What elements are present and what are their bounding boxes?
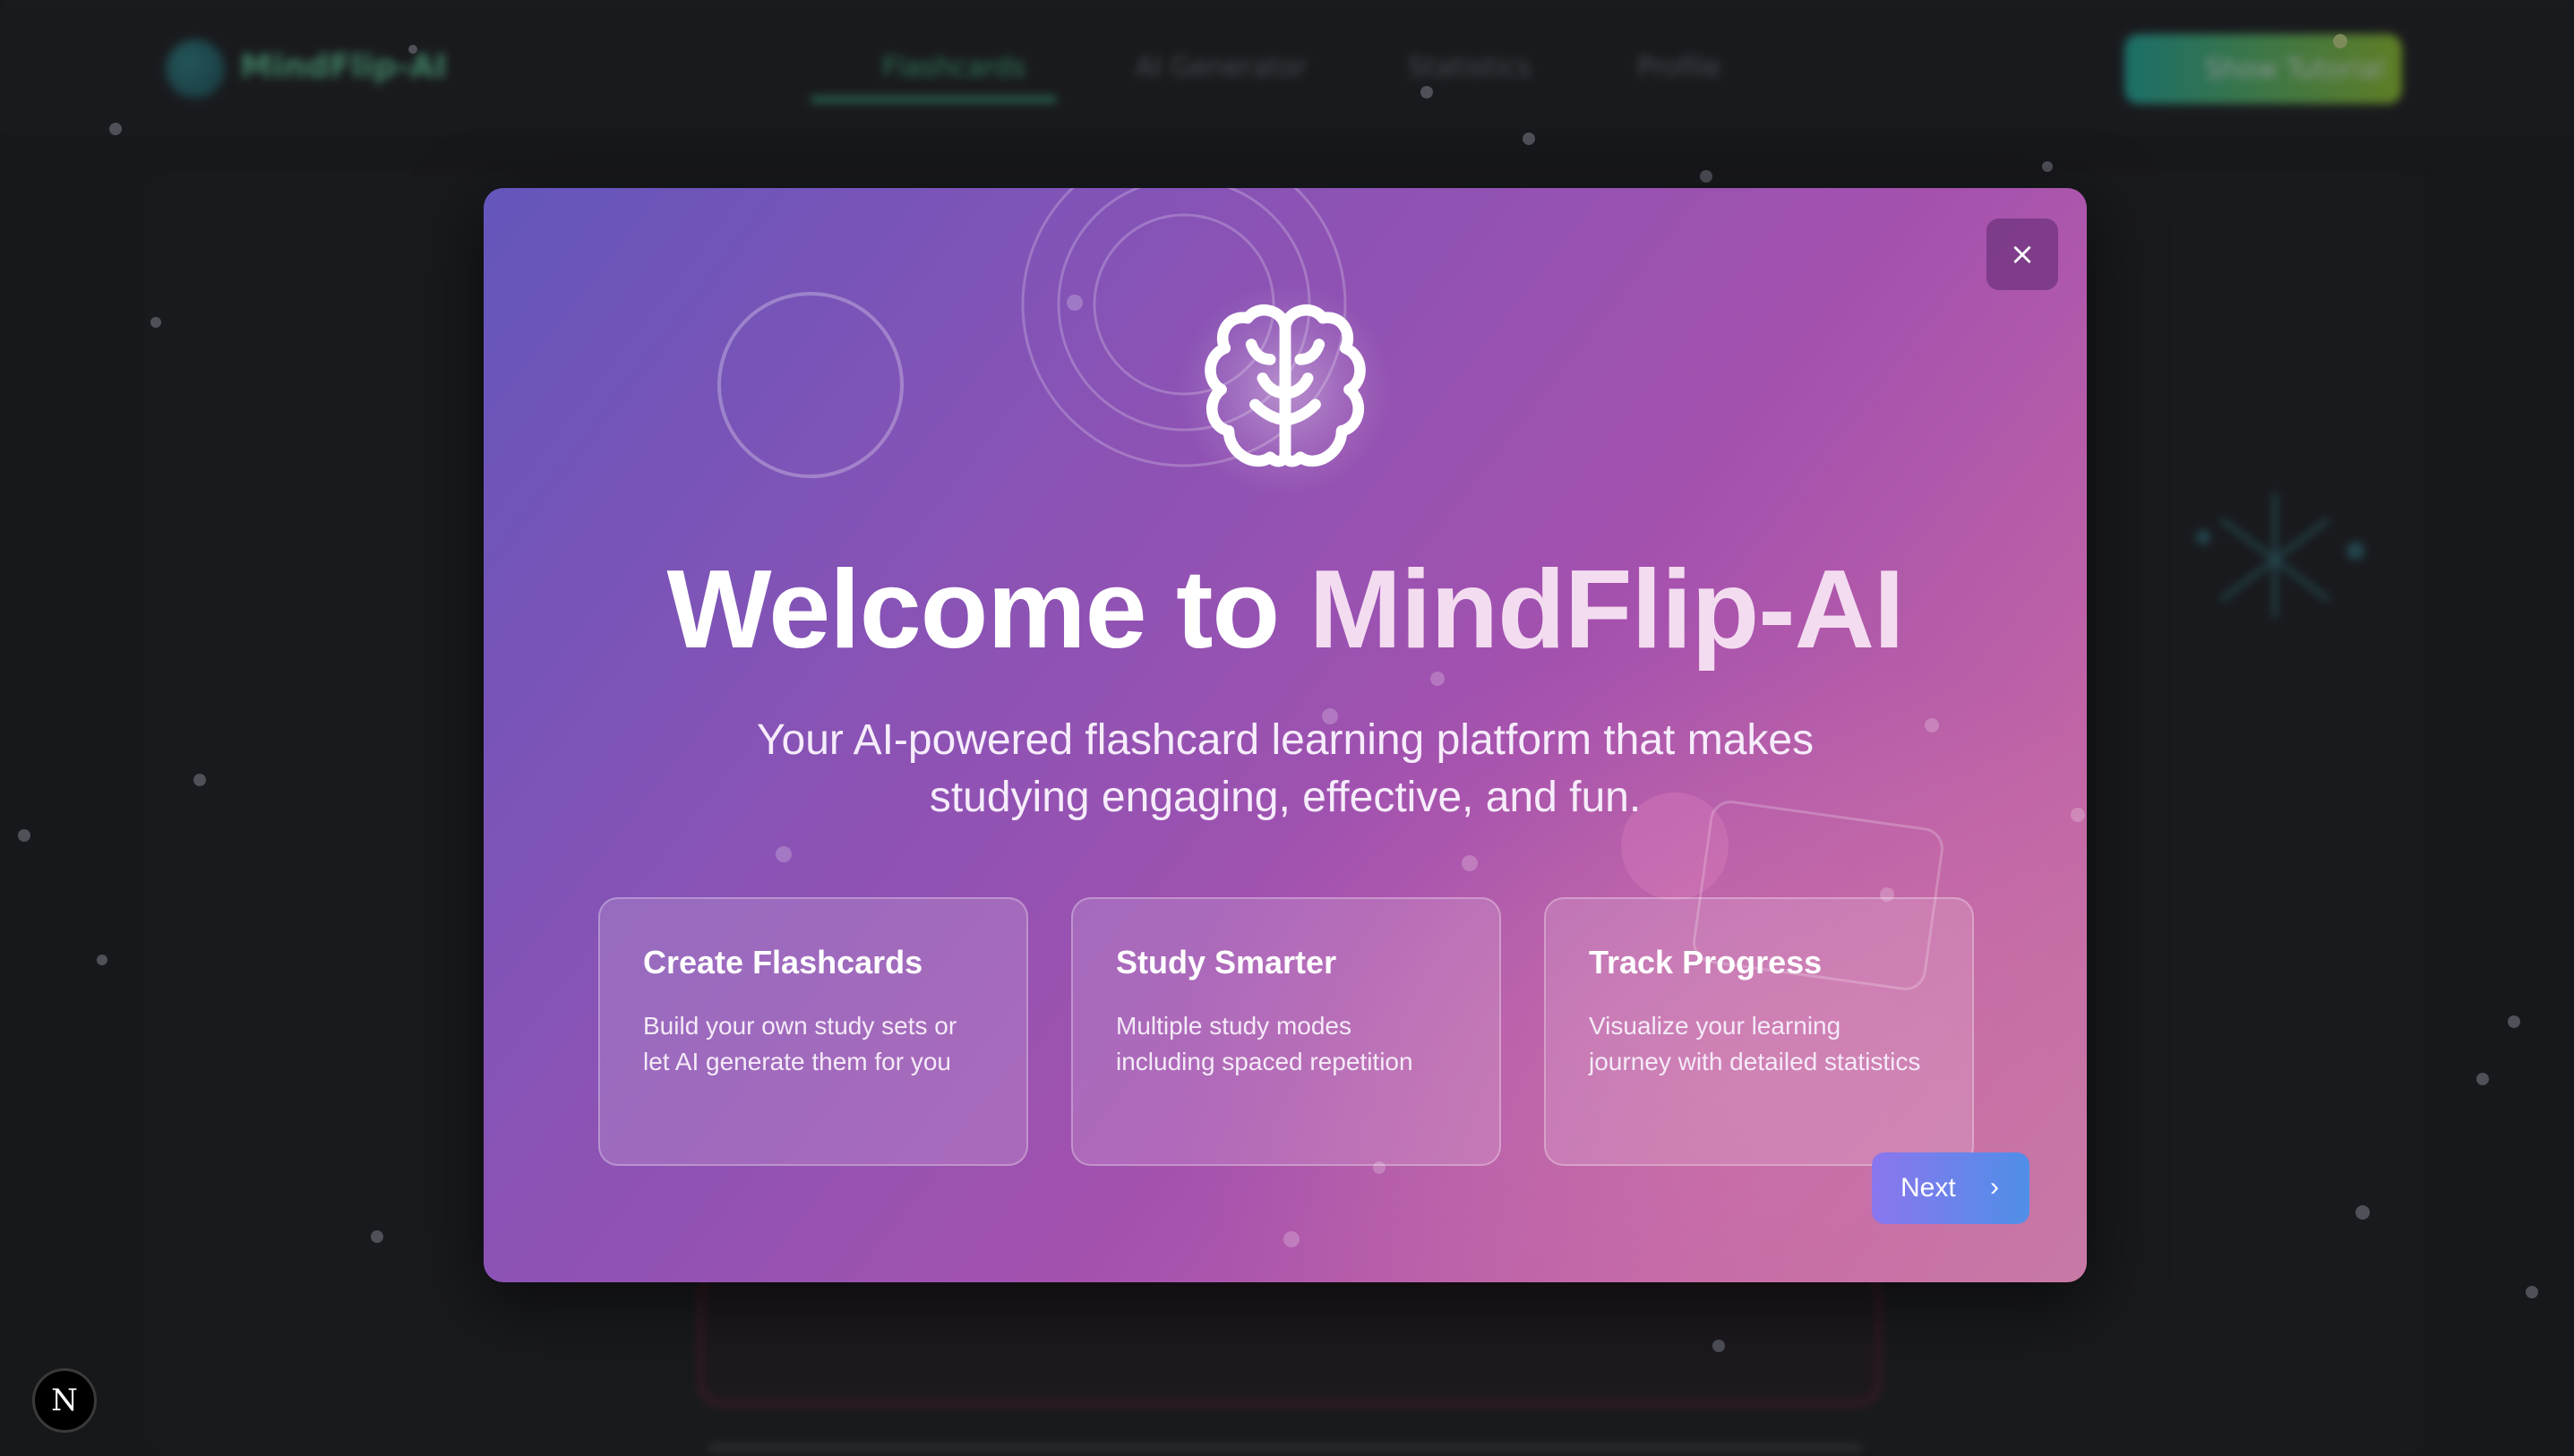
feature-card-title: Create Flashcards	[643, 944, 923, 981]
welcome-modal: × Welcome to MindFlip-AI Your AI-powered…	[484, 188, 2087, 1282]
floating-dot	[1700, 170, 1712, 183]
feature-card-description: Build your own study sets or let AI gene…	[643, 1012, 957, 1075]
nav-statistics[interactable]: Statistics	[1408, 52, 1531, 83]
floating-dot	[109, 123, 122, 135]
modal-title: Welcome to MindFlip-AI	[484, 546, 2087, 673]
nav-profile[interactable]: Profile	[1637, 52, 1720, 83]
modal-subtitle: Your AI-powered flashcard learning platf…	[756, 716, 1815, 821]
show-tutorial-button[interactable]: Show Tutorial	[2124, 34, 2402, 104]
floating-dot	[2508, 1015, 2520, 1028]
floating-dot	[150, 317, 161, 328]
next-button[interactable]: Next ›	[1872, 1152, 2029, 1224]
background-divider	[708, 1443, 1863, 1452]
brain-icon	[1205, 304, 1366, 467]
floating-dot	[371, 1230, 383, 1243]
floating-dot	[408, 45, 417, 54]
floating-dot	[2355, 1205, 2370, 1220]
feature-card-study: Study Smarter Multiple study modes inclu…	[1071, 897, 1501, 1166]
nav-ai-generator[interactable]: AI Generator	[1136, 52, 1307, 83]
floating-dot	[2333, 34, 2347, 48]
nav-flashcards[interactable]: Flashcards	[882, 52, 1025, 83]
feature-card-description: Visualize your learning journey with det…	[1589, 1012, 1921, 1075]
floating-dot	[2526, 1286, 2538, 1298]
sparkle-icon	[2196, 492, 2364, 618]
floating-dot	[1420, 86, 1433, 98]
dev-tools-badge[interactable]: N	[32, 1368, 97, 1433]
next-button-label: Next	[1900, 1173, 1956, 1203]
feature-card-description: Multiple study modes including spaced re…	[1116, 1012, 1413, 1075]
close-button[interactable]: ×	[1986, 218, 2058, 290]
background-card	[699, 1272, 1881, 1406]
modal-title-brand: MindFlip-AI	[1308, 548, 1905, 672]
floating-dot	[1712, 1340, 1725, 1352]
floating-dot	[18, 829, 30, 842]
floating-dot	[1523, 133, 1535, 145]
feature-card-create: Create Flashcards Build your own study s…	[598, 897, 1028, 1166]
app-logo-icon	[166, 39, 225, 98]
modal-title-lead: Welcome to	[666, 548, 1309, 672]
feature-card-title: Track Progress	[1589, 944, 1823, 981]
floating-dot	[97, 955, 107, 965]
feature-card-title: Study Smarter	[1116, 944, 1337, 981]
floating-dot	[2476, 1073, 2489, 1085]
floating-dot	[193, 774, 206, 786]
chevron-right-icon: ›	[1990, 1172, 1999, 1202]
brain-logo	[1178, 282, 1393, 497]
feature-card-progress: Track Progress Visualize your learning j…	[1544, 897, 1974, 1166]
nav-active-indicator	[811, 97, 1057, 102]
floating-dot	[2042, 161, 2053, 172]
app-logo-text: MindFlip-AI	[240, 48, 447, 85]
